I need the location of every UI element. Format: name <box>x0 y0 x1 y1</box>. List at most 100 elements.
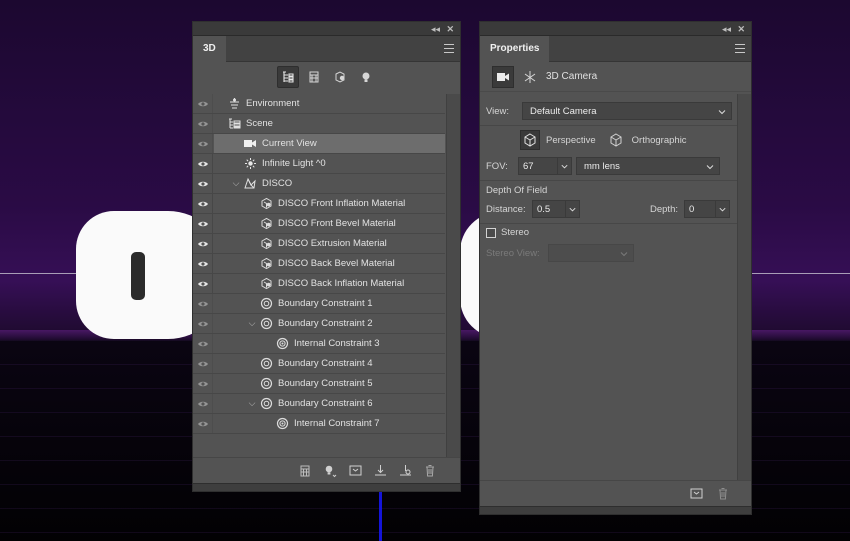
visibility-eye-icon[interactable] <box>193 133 213 154</box>
filter-materials-button[interactable] <box>329 66 351 88</box>
panel-menu-icon[interactable] <box>444 44 454 53</box>
layer-row[interactable]: Environment <box>193 93 445 114</box>
split-extrusion-icon[interactable] <box>399 464 412 477</box>
visibility-eye-icon[interactable] <box>193 293 213 314</box>
visibility-eye-icon[interactable] <box>193 373 213 394</box>
layer-row[interactable]: Scene <box>193 113 445 134</box>
render-icon[interactable] <box>349 464 362 477</box>
delete-trash-icon[interactable] <box>424 464 436 477</box>
add-light-icon[interactable] <box>323 464 337 478</box>
tab-properties[interactable]: Properties <box>480 36 550 62</box>
filter-lights-button[interactable] <box>355 66 377 88</box>
visibility-eye-icon[interactable] <box>193 333 213 354</box>
visibility-eye-icon[interactable] <box>193 213 213 234</box>
visibility-eye-icon[interactable] <box>193 93 213 114</box>
visibility-eye-icon[interactable] <box>193 353 213 374</box>
close-icon[interactable]: ✕ <box>446 23 454 35</box>
coordinates-button[interactable] <box>520 67 540 87</box>
visibility-eye-icon[interactable] <box>193 253 213 274</box>
collapse-icon[interactable]: ◂◂ <box>431 23 440 35</box>
layer-content[interactable]: Boundary Constraint 4 <box>214 354 445 373</box>
layer-content[interactable]: Boundary Constraint 5 <box>214 374 445 393</box>
layer-content[interactable]: Internal Constraint 3 <box>214 334 445 353</box>
depth-value: 0 <box>689 203 695 215</box>
layer-row[interactable]: Boundary Constraint 5 <box>193 373 445 394</box>
layer-content[interactable]: Scene <box>214 114 445 133</box>
layer-row[interactable]: Internal Constraint 7 <box>193 413 445 434</box>
panel-resize-grip[interactable] <box>480 506 751 514</box>
fov-input[interactable]: 67 <box>518 157 572 175</box>
layer-row[interactable]: Boundary Constraint 1 <box>193 293 445 314</box>
fov-unit-select[interactable]: mm lens <box>576 157 720 175</box>
layer-row[interactable]: ⌵ Boundary Constraint 2 <box>193 313 445 334</box>
panel-resize-grip[interactable] <box>193 483 460 491</box>
layer-row[interactable]: DISCO Back Inflation Material <box>193 273 445 294</box>
visibility-eye-icon[interactable] <box>193 113 213 134</box>
filter-meshes-button[interactable] <box>303 66 325 88</box>
visibility-eye-icon[interactable] <box>193 233 213 254</box>
expand-chevron-icon[interactable]: ⌵ <box>246 398 258 409</box>
layer-row[interactable]: DISCO Back Bevel Material <box>193 253 445 274</box>
stereo-view-select[interactable] <box>548 244 634 262</box>
visibility-eye-icon[interactable] <box>193 393 213 414</box>
layer-label: Boundary Constraint 1 <box>278 298 373 309</box>
layer-content[interactable]: DISCO Back Bevel Material <box>214 254 445 273</box>
z-axis-widget[interactable] <box>379 491 382 541</box>
layer-row[interactable]: Current View <box>193 133 445 154</box>
camera-mode-button[interactable] <box>492 65 514 88</box>
visibility-eye-icon[interactable] <box>193 313 213 334</box>
expand-chevron-icon[interactable]: ⌵ <box>230 178 242 189</box>
layer-content[interactable]: DISCO Front Inflation Material <box>214 194 445 213</box>
orthographic-toggle[interactable]: Orthographic <box>606 130 687 150</box>
layer-content[interactable]: Internal Constraint 7 <box>214 414 445 433</box>
distance-input[interactable]: 0.5 <box>532 200 580 218</box>
render-icon[interactable] <box>690 487 703 500</box>
layer-content[interactable]: DISCO Extrusion Material <box>214 234 445 253</box>
tab-3d[interactable]: 3D <box>193 36 226 62</box>
panel-menu-icon[interactable] <box>735 44 745 53</box>
new-mesh-icon[interactable] <box>299 465 311 477</box>
panel-titlebar[interactable]: ◂◂ ✕ <box>193 22 460 36</box>
layer-row[interactable]: ⌵ Boundary Constraint 6 <box>193 393 445 414</box>
properties-scrollbar[interactable] <box>737 94 751 480</box>
close-icon[interactable]: ✕ <box>737 23 745 35</box>
collapse-icon[interactable]: ◂◂ <box>722 23 731 35</box>
panel-titlebar[interactable]: ◂◂ ✕ <box>480 22 751 36</box>
layer-content[interactable]: DISCO Front Bevel Material <box>214 214 445 233</box>
visibility-eye-icon[interactable] <box>193 273 213 294</box>
layer-row[interactable]: DISCO Front Inflation Material <box>193 193 445 214</box>
layer-row[interactable]: Internal Constraint 3 <box>193 333 445 354</box>
layer-content[interactable]: ⌵ DISCO <box>214 174 445 193</box>
layer-row[interactable]: DISCO Extrusion Material <box>193 233 445 254</box>
layer-row[interactable]: Boundary Constraint 4 <box>193 353 445 374</box>
layer-row[interactable]: Infinite Light ^0 <box>193 153 445 174</box>
layer-row[interactable]: ⌵ DISCO <box>193 173 445 194</box>
drop-to-ground-icon[interactable] <box>374 464 387 477</box>
perspective-toggle[interactable]: Perspective <box>520 130 596 150</box>
filter-whole-scene-button[interactable] <box>276 66 299 88</box>
view-select[interactable]: Default Camera <box>522 102 732 120</box>
distance-stepper[interactable] <box>565 201 579 217</box>
layer-content[interactable]: Environment <box>214 94 445 113</box>
layer-content[interactable]: Boundary Constraint 1 <box>214 294 445 313</box>
layer-list-scrollbar[interactable] <box>446 94 460 458</box>
layer-content[interactable]: Current View <box>214 134 445 153</box>
distance-label: Distance: <box>486 203 526 215</box>
layer-content[interactable]: ⌵ Boundary Constraint 6 <box>214 394 445 413</box>
divider <box>480 180 737 181</box>
visibility-eye-icon[interactable] <box>193 413 213 434</box>
expand-chevron-icon[interactable]: ⌵ <box>246 318 258 329</box>
visibility-eye-icon[interactable] <box>193 193 213 214</box>
depth-input[interactable]: 0 <box>684 200 730 218</box>
fov-stepper[interactable] <box>557 158 571 174</box>
delete-trash-icon[interactable] <box>717 487 729 500</box>
layer-content[interactable]: Infinite Light ^0 <box>214 154 445 173</box>
layer-content[interactable]: ⌵ Boundary Constraint 2 <box>214 314 445 333</box>
stereo-label: Stereo <box>501 227 529 238</box>
visibility-eye-icon[interactable] <box>193 153 213 174</box>
layer-content[interactable]: DISCO Back Inflation Material <box>214 274 445 293</box>
stereo-checkbox[interactable] <box>486 227 496 238</box>
visibility-eye-icon[interactable] <box>193 173 213 194</box>
depth-stepper[interactable] <box>715 201 729 217</box>
layer-row[interactable]: DISCO Front Bevel Material <box>193 213 445 234</box>
